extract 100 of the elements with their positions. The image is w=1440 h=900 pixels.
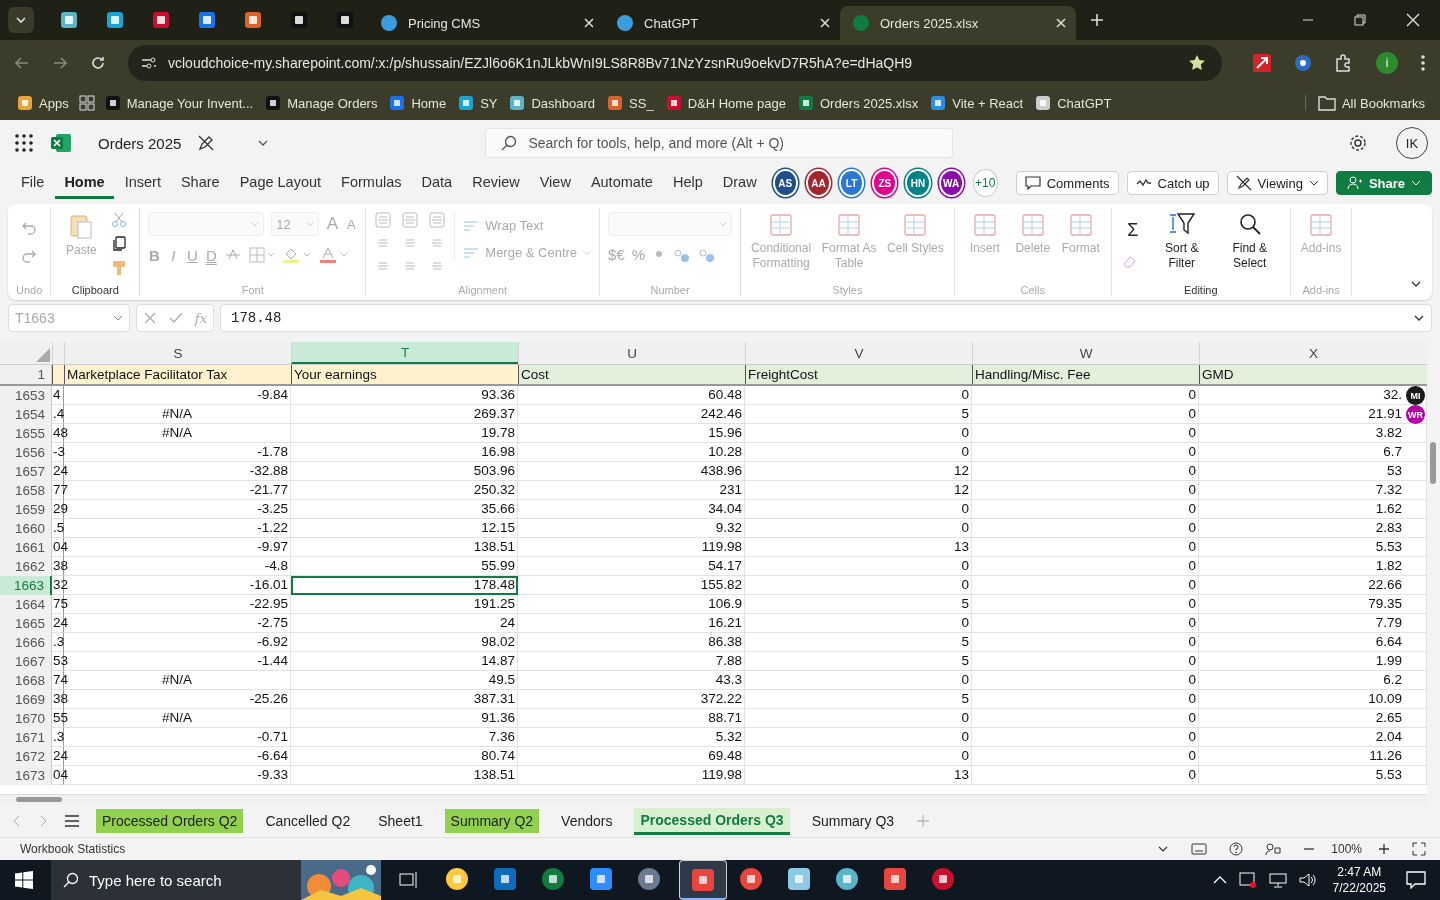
copy-icon[interactable] [111, 236, 128, 252]
row-number[interactable]: 1663 [0, 576, 52, 595]
collaborator-avatar[interactable]: LT [841, 171, 863, 195]
ribbon-tab[interactable]: Draw [713, 167, 766, 199]
tab-search-button[interactable] [8, 7, 34, 33]
number-format-field[interactable] [608, 212, 733, 236]
browser-tab[interactable]: ChatGPT [604, 6, 840, 40]
menu-icon[interactable] [1420, 54, 1426, 72]
bookmark[interactable]: D&H Home page [662, 95, 789, 111]
collaborator-avatar[interactable]: AA [807, 171, 829, 195]
row-number[interactable]: 1653 [0, 386, 52, 405]
row-number[interactable]: 1655 [0, 424, 52, 443]
feedback-icon[interactable] [1265, 842, 1282, 856]
formula-field[interactable]: 178.48 [220, 304, 1432, 332]
close-icon[interactable] [584, 18, 594, 28]
task-view-icon[interactable] [399, 871, 419, 889]
sheet-tab[interactable]: Processed Orders Q3 [634, 807, 790, 835]
clock[interactable]: 2:47 AM 7/22/2025 [1332, 864, 1386, 896]
bookmark[interactable]: SY [455, 95, 501, 111]
ribbon-tab[interactable]: Help [663, 167, 712, 199]
ribbon-tab[interactable]: Home [55, 167, 114, 199]
bookmark[interactable]: Orders 2025.xlsx [794, 95, 922, 111]
font-name-field[interactable] [148, 212, 265, 236]
notifications-icon[interactable] [1406, 871, 1426, 889]
bookmark[interactable]: Vite + React [927, 95, 1027, 111]
row-number[interactable]: 1670 [0, 709, 52, 728]
ribbon-tab[interactable]: Automate [581, 167, 662, 199]
start-icon[interactable] [15, 871, 33, 889]
row-number[interactable]: 1658 [0, 481, 52, 500]
tray-icon[interactable] [1238, 872, 1257, 888]
grid-icon[interactable] [77, 94, 96, 112]
row-number[interactable]: 1656 [0, 443, 52, 462]
forward-icon[interactable] [52, 55, 68, 71]
workbook-statistics-button[interactable]: Workbook Statistics [20, 842, 126, 856]
row-number[interactable]: 1671 [0, 728, 52, 747]
row-number[interactable]: 1661 [0, 538, 52, 557]
taskbar-search-field[interactable]: Type here to search [51, 860, 301, 900]
row-number[interactable]: 1673 [0, 766, 52, 785]
fullscreen-icon[interactable] [1412, 842, 1426, 856]
ribbon-tab[interactable]: Formulas [332, 167, 411, 199]
column-letter[interactable]: U [518, 342, 745, 364]
extension-icon[interactable] [1252, 53, 1272, 73]
address-bar[interactable]: vcloudchoice-my.sharepoint.com/:x:/p/shussain/EZJl6o6K1nJLkbWnI9LS8R8Bv71NzYzsnRu9oekvD7R5hA?e=dHaQH9 [128, 45, 1222, 81]
site-info-icon[interactable] [140, 56, 158, 70]
share-button[interactable]: Share [1335, 171, 1433, 195]
row-number[interactable]: 1662 [0, 557, 52, 576]
find-select-button[interactable]: Find & Select [1217, 212, 1282, 271]
sheet-tab[interactable]: Summary Q2 [444, 809, 540, 833]
all-bookmarks-button[interactable]: All Bookmarks [1304, 95, 1428, 111]
ribbon-tab[interactable]: Page Layout [230, 167, 331, 199]
row-number[interactable]: 1 [0, 365, 52, 384]
row-number[interactable]: 1659 [0, 500, 52, 519]
keyboard-icon[interactable] [1191, 843, 1208, 855]
bookmark[interactable]: Manage Your Invent... [101, 95, 257, 111]
row-number[interactable]: 1672 [0, 747, 52, 766]
sheet-tab[interactable]: Vendors [555, 809, 619, 833]
row-number[interactable]: 1660 [0, 519, 52, 538]
collaborator-avatar[interactable]: WA [940, 171, 962, 195]
autosum-button[interactable]: Σ [1121, 220, 1144, 241]
settings-icon[interactable] [1348, 133, 1368, 153]
menu-icon[interactable] [64, 814, 80, 828]
comments-button[interactable]: Comments [1015, 171, 1119, 195]
bookmark[interactable]: Manage Orders [262, 95, 381, 111]
star-icon[interactable] [1188, 54, 1206, 72]
ribbon-tab[interactable]: Share [171, 167, 229, 199]
profile-avatar[interactable]: i [1376, 52, 1398, 74]
app-launcher-icon[interactable] [14, 133, 34, 153]
close-icon[interactable] [1406, 13, 1420, 27]
check-icon[interactable] [168, 311, 183, 325]
network-icon[interactable] [1268, 872, 1287, 888]
browser-tab[interactable]: Orders 2025.xlsx [840, 6, 1076, 40]
collaborator-avatar[interactable]: ZS [874, 171, 896, 195]
sheet-tab[interactable]: Processed Orders Q2 [96, 809, 244, 833]
close-icon[interactable] [820, 18, 830, 28]
document-title[interactable]: Orders 2025 [98, 134, 182, 152]
bookmark[interactable]: Dashboard [506, 95, 599, 111]
viewing-button[interactable]: Viewing [1226, 171, 1328, 195]
column-letter[interactable]: W [972, 342, 1199, 364]
sheet-tab[interactable]: Cancelled Q2 [259, 809, 357, 833]
bookmark[interactable]: Apps [14, 95, 72, 111]
zoom-level[interactable]: 100% [1331, 842, 1362, 856]
font-color-icon[interactable] [319, 246, 350, 264]
collaborator-avatar[interactable]: HN [907, 171, 929, 195]
close-icon[interactable] [1056, 18, 1066, 28]
ribbon-tab[interactable]: Insert [115, 167, 170, 199]
sort-filter-button[interactable]: Sort & Filter [1149, 212, 1214, 271]
volume-icon[interactable] [1298, 872, 1317, 888]
sheet-tab[interactable]: Summary Q3 [805, 809, 901, 833]
catch-up-button[interactable]: Catch up [1126, 171, 1219, 195]
row-number[interactable]: 1664 [0, 595, 52, 614]
reload-icon[interactable] [90, 55, 106, 71]
bookmark[interactable]: Home [386, 95, 450, 111]
row-number[interactable]: 1667 [0, 652, 52, 671]
more-collaborators-button[interactable]: +10 [972, 169, 998, 197]
extension-icon[interactable] [1294, 54, 1312, 72]
fill-color-icon[interactable] [282, 246, 313, 264]
zoom-in-icon[interactable] [1378, 843, 1390, 855]
new-tab-icon[interactable] [1090, 13, 1104, 27]
row-number[interactable]: 1654 [0, 405, 52, 424]
bookmark[interactable]: ChatGPT [1032, 95, 1115, 111]
